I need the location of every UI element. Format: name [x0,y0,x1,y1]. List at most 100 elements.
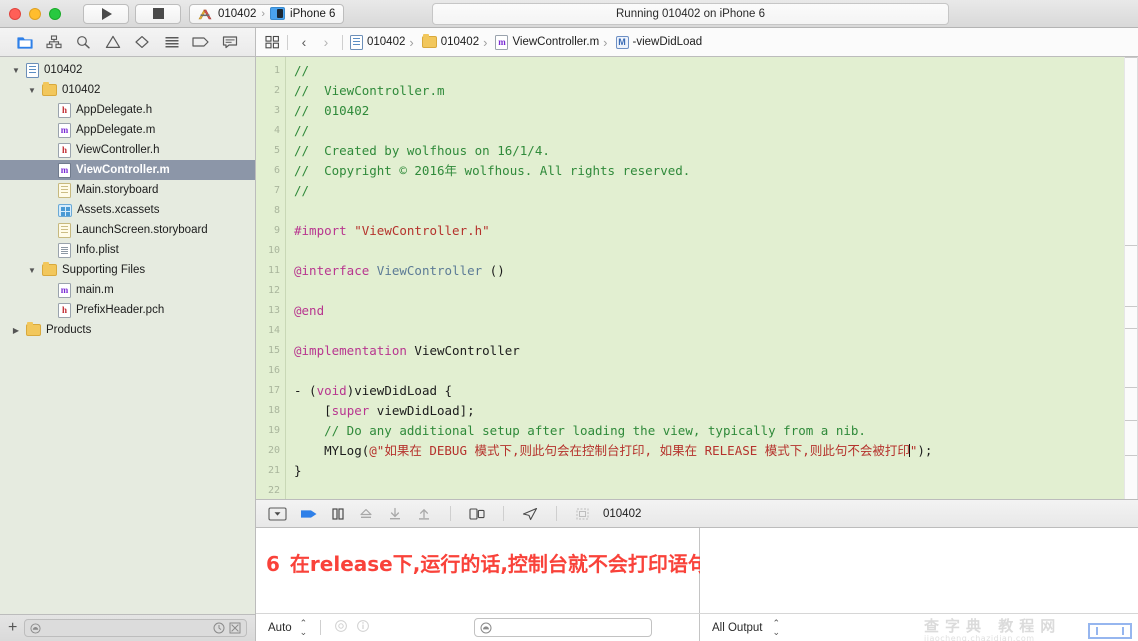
main-body: ▼010402▼010402▼hAppDelegate.h▼mAppDelega… [0,57,1138,641]
folder-icon [42,82,57,96]
info-icon[interactable] [356,619,370,636]
breadcrumb-label: 010402 [367,36,406,48]
navigate-forward-button[interactable]: › [315,34,337,50]
watermark: 查字典 教程网 jiaocheng.chazidian.com [924,615,1132,641]
file-tree-label: 010402 [44,64,83,76]
navigator-and-jump-bar: ‹ › 010402 010402 m ViewController.m M -… [0,28,1138,57]
variables-bottom-bar: Auto ⌃ ⌄ [256,614,700,641]
file-tree-label: Main.storyboard [76,184,159,196]
code-area[interactable]: 1234567891011121314151617181920212223242… [256,57,1124,499]
code-line: - (void)viewDidLoad { [294,383,453,398]
file-tree-row[interactable]: ▼mAppDelegate.m [0,120,255,140]
file-tree-row[interactable]: ▼mViewController.m [0,160,255,180]
file-tree-row[interactable]: ▼hViewController.h [0,140,255,160]
code-line: MYLog(@"如果在 DEBUG 模式下,则此句会在控制台打印, 如果在 RE… [294,443,933,458]
code-line: } [294,463,302,478]
source-control-filter-icon[interactable] [229,622,241,634]
breadcrumb-item-method[interactable]: M -viewDidLoad [601,35,704,50]
variables-filter-field[interactable] [474,618,653,637]
file-tree-row[interactable]: ▼ 010402 [0,60,255,80]
disclosure-triangle[interactable]: ▶ [11,326,21,335]
related-items-icon[interactable] [263,33,282,52]
simulate-location-button[interactable] [522,505,538,523]
debug-navigator-icon[interactable] [162,33,181,52]
source-code-text[interactable]: // // ViewController.m // 010402 // // Creat… [286,57,1124,499]
file-tree-row[interactable]: ▼Main.storyboard [0,180,255,200]
step-into-button[interactable] [387,505,403,523]
run-button[interactable] [83,3,129,24]
file-tree-label: Products [46,324,92,336]
breadcrumb-label: ViewController.m [512,36,600,48]
close-window-button[interactable] [9,7,21,20]
variables-view[interactable]: 6 在release下,运行的话,控制台就不会打印语句了,项目上线就可节约点内存 [256,528,956,613]
file-tree-row[interactable]: ▼Info.plist [0,240,255,260]
breakpoint-navigator-icon[interactable] [191,33,210,52]
hide-debug-area-button[interactable] [268,505,287,523]
zoom-window-button[interactable] [49,7,61,20]
xcode-project-icon [198,7,213,21]
file-tree-row[interactable]: ▼ Supporting Files [0,260,255,280]
file-tree-label: Info.plist [76,244,119,256]
line-number: 16 [267,365,280,376]
breadcrumb-item-project[interactable]: 010402 [348,34,407,50]
file-tree-row[interactable]: ▶ Products [0,320,255,340]
minimize-window-button[interactable] [29,7,41,20]
objc-file-icon: m [495,34,509,50]
step-out-button[interactable] [416,505,432,523]
disclosure-triangle[interactable]: ▼ [11,66,21,75]
test-navigator-icon[interactable] [133,33,152,52]
breadcrumb-item-file[interactable]: m ViewController.m [481,34,601,50]
traffic-lights [0,7,61,20]
file-tree-row[interactable]: ▼hAppDelegate.h [0,100,255,120]
scope-stepper-icon[interactable]: ⌃ ⌄ [300,618,308,637]
line-number: 14 [267,325,280,336]
navigator-filter-field[interactable] [24,619,247,637]
annotation-number: 6 [266,552,280,576]
scheme-selector[interactable]: 010402 › iPhone 6 [189,3,345,24]
destination-name: iPhone 6 [290,7,336,20]
view-debugging-button[interactable] [469,505,485,523]
stop-button[interactable] [135,3,181,24]
file-tree-row[interactable]: ▼LaunchScreen.storyboard [0,220,255,240]
objc-file-icon: m [58,162,71,178]
add-file-button[interactable]: + [8,620,17,636]
editor-scroll-markers[interactable] [1124,57,1137,499]
disclosure-triangle[interactable]: ▼ [27,86,37,95]
code-line: // Created by wolfhous on 16/1/4. [294,143,550,158]
editor-column: 1234567891011121314151617181920212223242… [256,57,1138,641]
file-tree-label: ViewController.h [76,144,160,156]
search-navigator-icon[interactable] [74,33,93,52]
line-number: 10 [267,245,280,256]
variables-scope-label[interactable]: Auto [268,622,292,634]
line-number: 4 [273,125,280,136]
console-view[interactable] [700,528,1138,613]
recent-files-icon[interactable] [213,622,225,634]
file-tree-row[interactable]: ▼mmain.m [0,280,255,300]
quick-look-icon[interactable] [334,619,348,636]
report-navigator-icon[interactable] [221,33,240,52]
step-over-button[interactable] [358,505,374,523]
disclosure-triangle[interactable]: ▼ [27,266,37,275]
source-control-navigator-icon[interactable] [45,33,64,52]
file-tree-row[interactable]: ▼Assets.xcassets [0,200,255,220]
breadcrumb-item-group[interactable]: 010402 [407,34,481,50]
line-number: 19 [267,425,280,436]
file-tree-row[interactable]: ▼hPrefixHeader.pch [0,300,255,320]
navigate-back-button[interactable]: ‹ [293,34,315,50]
issue-navigator-icon[interactable] [103,33,122,52]
file-tree-row[interactable]: ▼ 010402 [0,80,255,100]
console-output-scope-label[interactable]: All Output [712,622,763,634]
continue-button[interactable] [300,505,318,523]
code-line: // Copyright © 2016年 wolfhous. All right… [294,163,691,178]
output-stepper-icon[interactable]: ⌃ ⌄ [773,618,781,637]
memory-graph-icon[interactable] [575,505,590,523]
pause-button[interactable] [331,505,345,523]
project-navigator-icon[interactable] [15,33,34,52]
code-line: // [294,63,310,78]
code-line: // [294,123,310,138]
line-number: 12 [267,285,280,296]
header-file-icon: h [58,102,71,118]
